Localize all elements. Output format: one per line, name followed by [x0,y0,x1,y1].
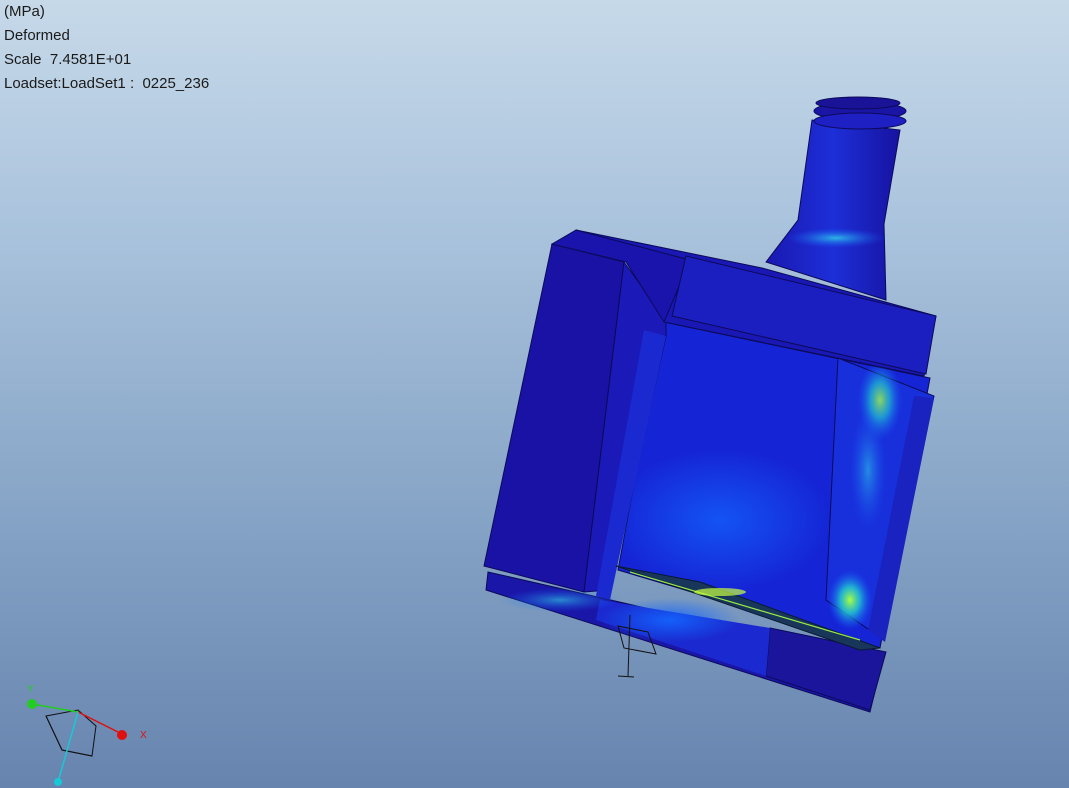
graphics-viewport[interactable]: (MPa) Deformed Scale 7.4581E+01 Loadset:… [0,0,1069,788]
z-axis-icon [54,778,62,786]
x-axis-icon [117,730,127,740]
coordinate-triad: X Y [27,684,147,786]
y-axis-icon [27,699,37,709]
fea-model-render[interactable]: X Y [0,0,1069,788]
y-axis-label: Y [27,684,34,695]
outlet-neck [765,96,907,301]
x-axis-label: X [140,730,147,741]
